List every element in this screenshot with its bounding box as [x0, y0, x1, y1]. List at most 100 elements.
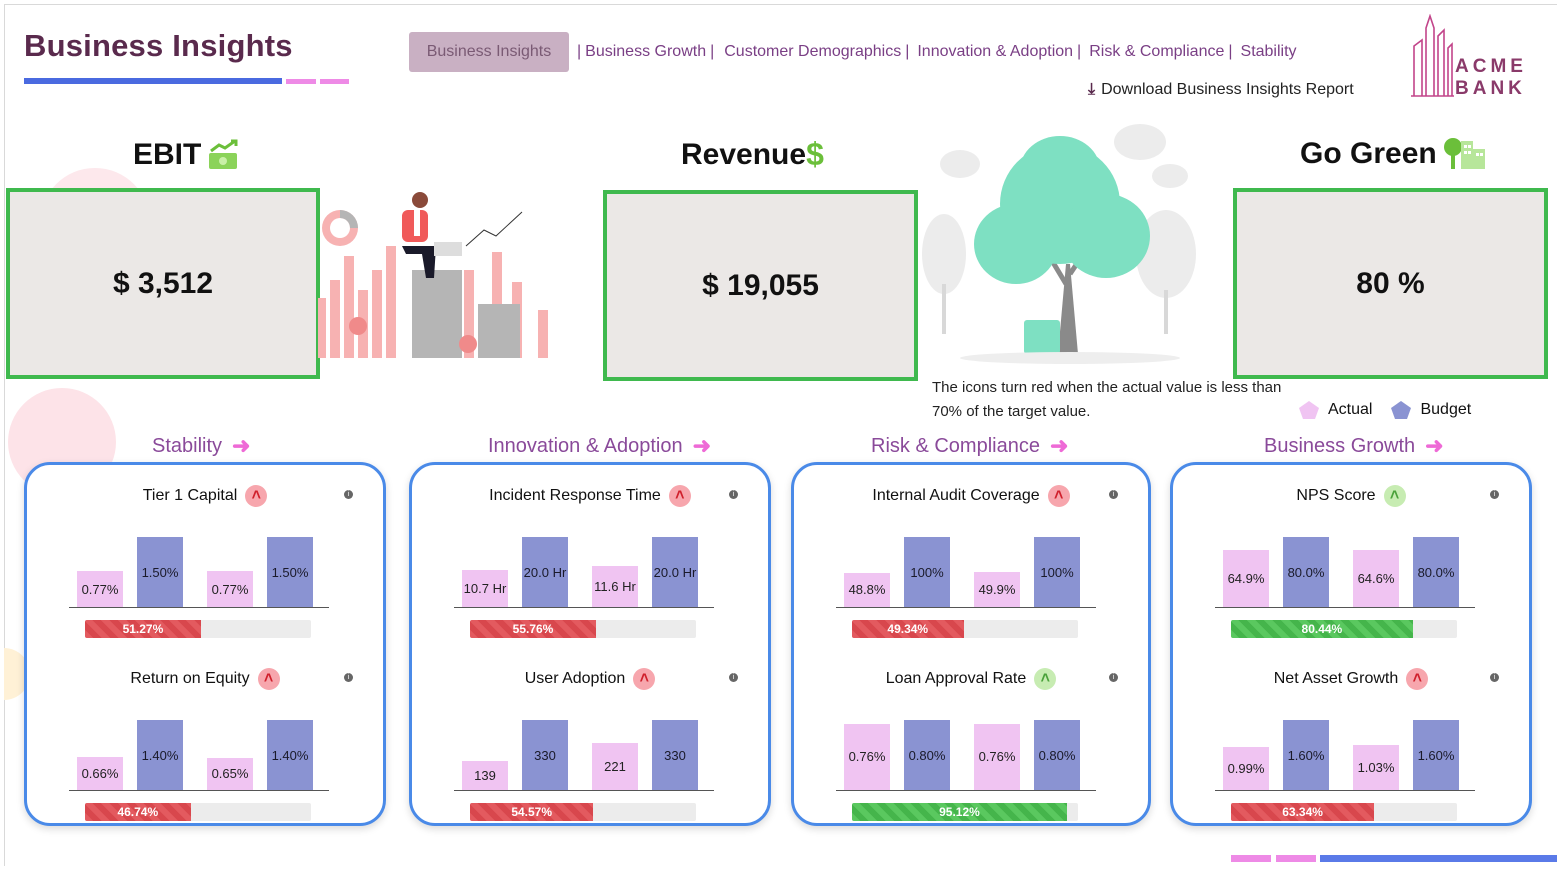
footer-accent	[1320, 855, 1557, 862]
arrow-right-icon: ➜	[1049, 433, 1069, 458]
achievement-progress-fill: 46.74%	[85, 803, 191, 821]
chart-bar-budget[interactable]: 100%	[904, 537, 950, 607]
kpi-revenue-label: Revenue $	[681, 136, 824, 173]
kpi-go-green-label: Go Green	[1300, 137, 1487, 171]
status-red-icon: ˄	[668, 485, 691, 507]
chart-bar-actual[interactable]: 0.65%	[207, 757, 253, 790]
info-icon[interactable]: i	[1109, 490, 1118, 499]
chart-baseline	[69, 607, 329, 608]
achievement-progress: 63.34%	[1231, 803, 1457, 821]
nav-tab-customer-demographics[interactable]: Customer Demographics	[724, 43, 901, 61]
tree-building-icon	[1443, 138, 1485, 169]
chart-bar-budget[interactable]: 1.40%	[137, 720, 183, 790]
chart-bar-budget[interactable]: 330	[652, 720, 698, 790]
status-red-icon: ˄	[245, 485, 268, 507]
section-title: Business Growth	[1264, 434, 1416, 457]
info-icon[interactable]: i	[1109, 673, 1118, 682]
section-header-risk-and-compliance[interactable]: Risk & Compliance ➜	[871, 433, 1068, 459]
chart-bar-budget[interactable]: 1.60%	[1413, 720, 1459, 790]
chart-bar-actual[interactable]: 1.03%	[1353, 744, 1399, 790]
metric-name: Return on Equity	[130, 670, 250, 687]
chart-bar-budget[interactable]: 1.60%	[1283, 720, 1329, 790]
chart-bar-budget[interactable]: 330	[522, 720, 568, 790]
metric-tier-1-capital: Tier 1 Capital ˄ i 0.77% 1.50% 0.77% 1.50% 51.2…	[27, 485, 383, 645]
chart-bar-actual[interactable]: 10.7 Hr	[462, 569, 508, 607]
chart-bar-budget[interactable]: 80.0%	[1413, 537, 1459, 607]
kpi-ebit-title: EBIT	[133, 138, 202, 171]
chart-bar-budget[interactable]: 20.0 Hr	[522, 537, 568, 607]
section-header-innovation-and-adoption[interactable]: Innovation & Adoption ➜	[488, 433, 711, 459]
footer-accent	[1276, 855, 1316, 862]
nav-tab-innovation-adoption[interactable]: Innovation & Adoption	[917, 43, 1073, 61]
metric-title: Internal Audit Coverage ˄	[794, 485, 1148, 507]
metric-user-adoption: User Adoption ˄ i 139 330 221 330 54.57%	[412, 668, 768, 828]
metric-name: Internal Audit Coverage	[872, 487, 1040, 504]
business-growth-illustration	[318, 192, 548, 358]
kpi-ebit-value: $ 3,512	[112, 266, 214, 300]
chart-bar-budget[interactable]: 80.0%	[1283, 537, 1329, 607]
metric-title: Net Asset Growth ˄	[1173, 668, 1529, 690]
kpi-ebit-card: $ 3,512	[6, 188, 320, 379]
chart-bar-actual[interactable]: 0.76%	[974, 723, 1020, 790]
section-header-stability[interactable]: Stability ➜	[152, 433, 250, 459]
chart-baseline	[454, 790, 714, 791]
achievement-progress: 54.57%	[470, 803, 696, 821]
kpi-revenue-title: Revenue	[681, 137, 807, 171]
metric-card-innovation-and-adoption: Incident Response Time ˄ i 10.7 Hr 20.0 Hr 11…	[409, 462, 771, 826]
chart-bar-actual[interactable]: 0.66%	[77, 757, 123, 790]
achievement-progress-fill: 55.76%	[470, 620, 597, 638]
info-icon[interactable]: i	[344, 673, 353, 682]
info-icon[interactable]: i	[344, 490, 353, 499]
metric-card-business-growth: NPS Score ˄ i 64.9% 80.0% 64.6% 80.0% 80.44% Net…	[1170, 462, 1532, 826]
chart-bar-actual[interactable]: 49.9%	[974, 572, 1020, 607]
chart-baseline	[836, 790, 1096, 791]
download-report-link[interactable]: ⤓ Download Business Insights Report	[1088, 81, 1354, 99]
metric-title: Incident Response Time ˄	[412, 485, 768, 507]
kpi-ebit-label: EBIT	[133, 138, 241, 172]
status-red-icon: ˄	[1406, 668, 1429, 690]
legend-budget-label: Budget	[1420, 401, 1472, 418]
chart-bar-actual[interactable]: 0.77%	[77, 571, 123, 607]
chart-bar-actual[interactable]: 0.76%	[844, 723, 890, 790]
chart-bar-actual[interactable]: 64.6%	[1353, 550, 1399, 607]
chart-baseline	[69, 790, 329, 791]
title-underline-accent	[286, 79, 316, 84]
legend-actual-label: Actual	[1328, 401, 1373, 418]
nav-separator: |	[1228, 43, 1233, 60]
info-icon[interactable]: i	[1490, 673, 1499, 682]
chart-bar-budget[interactable]: 0.80%	[904, 720, 950, 790]
info-icon[interactable]: i	[729, 490, 738, 499]
chart-bar-actual[interactable]: 0.77%	[207, 571, 253, 607]
chart-bar-actual[interactable]: 11.6 Hr	[592, 566, 638, 607]
achievement-progress-fill: 63.34%	[1231, 803, 1375, 821]
chart-bar-budget[interactable]: 100%	[1034, 537, 1080, 607]
info-icon[interactable]: i	[729, 673, 738, 682]
status-red-icon: ˄	[633, 668, 656, 690]
chart-bar-actual[interactable]: 221	[592, 743, 638, 790]
nav-tab-business-growth[interactable]: Business Growth	[585, 43, 706, 61]
chart-bar-actual[interactable]: 48.8%	[844, 572, 890, 607]
metric-name: User Adoption	[524, 670, 626, 687]
info-icon[interactable]: i	[1490, 490, 1499, 499]
nav-tab-stability[interactable]: Stability	[1241, 43, 1297, 61]
tree-illustration	[922, 124, 1196, 364]
kpi-revenue-card: $ 19,055	[603, 190, 918, 381]
chart-bar-budget[interactable]: 20.0 Hr	[652, 537, 698, 607]
metric-card-risk-and-compliance: Internal Audit Coverage ˄ i 48.8% 100% 49.9% 1…	[791, 462, 1151, 826]
achievement-progress: 55.76%	[470, 620, 696, 638]
metric-internal-audit-coverage: Internal Audit Coverage ˄ i 48.8% 100% 49.9% 1…	[794, 485, 1148, 645]
chart-bar-budget[interactable]: 1.50%	[137, 537, 183, 607]
nav-tab-business-insights[interactable]: Business Insights	[409, 32, 569, 72]
chart-bar-actual[interactable]: 0.99%	[1223, 746, 1269, 790]
chart-bar-actual[interactable]: 139	[462, 760, 508, 790]
top-nav: Business Insights | Business Growth | Cu…	[409, 32, 1297, 72]
chart-bar-actual[interactable]: 64.9%	[1223, 550, 1269, 607]
nav-separator: |	[905, 43, 910, 60]
nav-tab-risk-compliance[interactable]: Risk & Compliance	[1089, 43, 1224, 61]
chart-bar-budget[interactable]: 1.40%	[267, 720, 313, 790]
metric-name: NPS Score	[1296, 487, 1376, 504]
download-icon: ⤓	[1088, 81, 1096, 98]
chart-bar-budget[interactable]: 0.80%	[1034, 720, 1080, 790]
chart-bar-budget[interactable]: 1.50%	[267, 537, 313, 607]
section-header-business-growth[interactable]: Business Growth ➜	[1264, 433, 1444, 459]
